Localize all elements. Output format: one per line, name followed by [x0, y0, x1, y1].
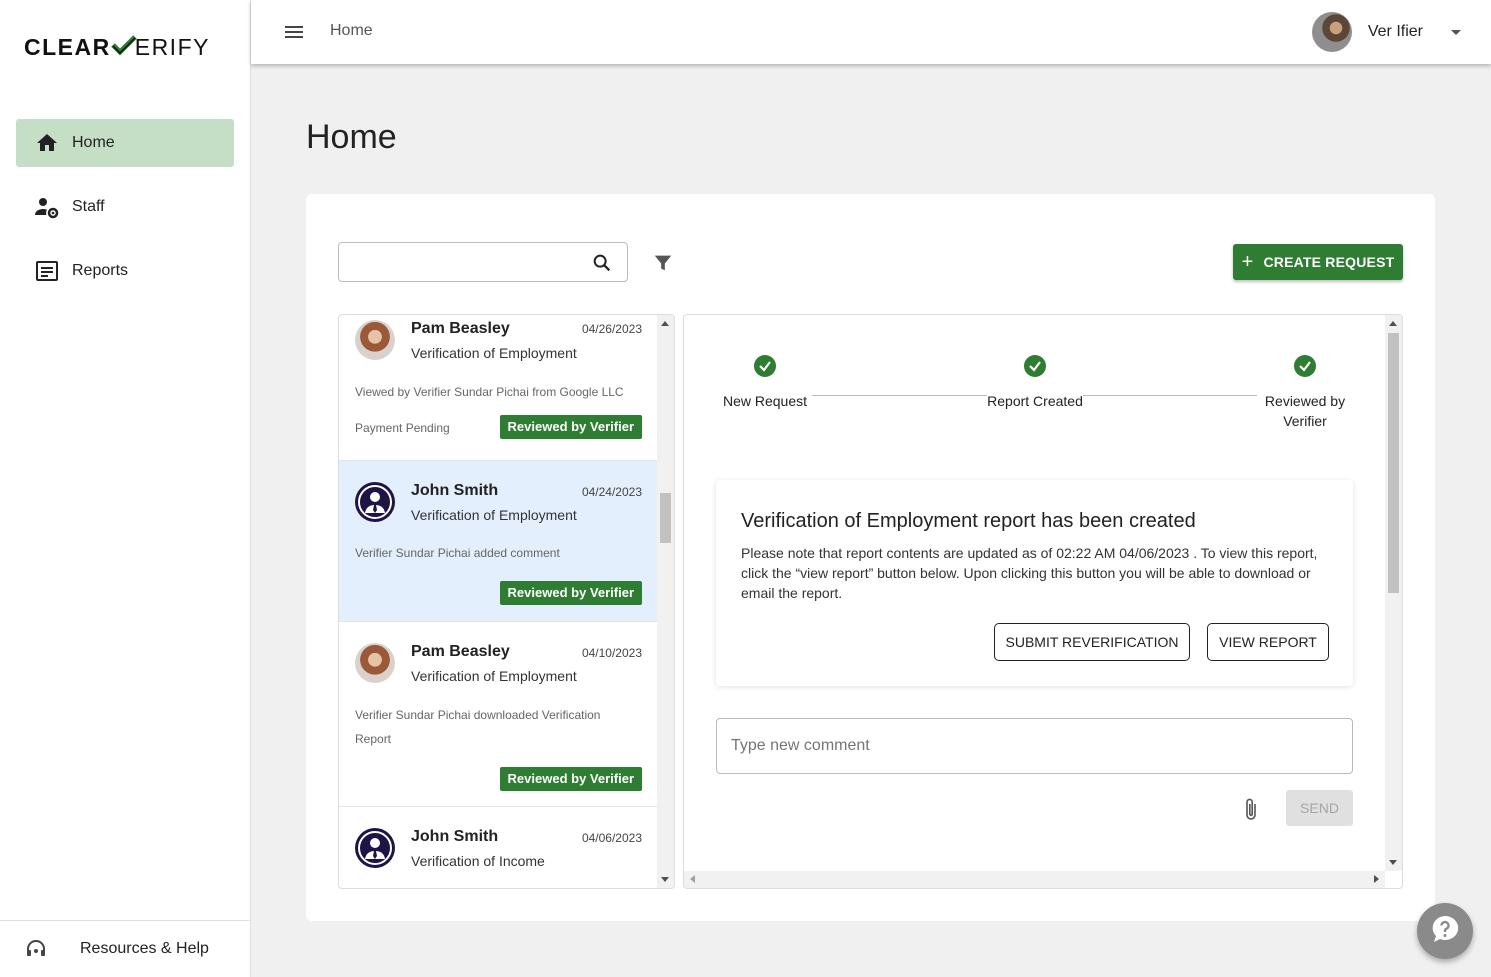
send-button[interactable]: SEND	[1286, 790, 1353, 826]
step-report-created: Report Created	[975, 355, 1095, 411]
check-circle-icon	[754, 355, 776, 377]
submit-reverification-button[interactable]: SUBMIT REVERIFICATION	[994, 623, 1190, 661]
create-request-button[interactable]: + CREATE REQUEST	[1233, 244, 1403, 280]
sidebar-item-staff[interactable]: Staff	[16, 183, 234, 231]
search-box	[338, 242, 628, 282]
scroll-up-arrow-icon[interactable]	[661, 321, 669, 326]
search-input[interactable]	[339, 243, 579, 281]
status-badge: Reviewed by Verifier	[499, 767, 642, 791]
breadcrumb: Home	[330, 22, 373, 39]
clearverify-logo[interactable]: CLEAR ERIFY	[24, 32, 210, 63]
request-list-items: Pam Beasley 04/26/2023 Verification of E…	[339, 315, 658, 888]
status-badge: Reviewed by Verifier	[499, 415, 642, 439]
resources-help-link[interactable]: Resources & Help	[0, 920, 251, 977]
user-menu[interactable]: Ver Ifier	[1311, 12, 1461, 52]
user-name: Ver Ifier	[1367, 23, 1423, 40]
request-type: Verification of Employment	[411, 345, 577, 361]
detail-horizontal-scrollbar[interactable]	[684, 871, 1385, 888]
detail-vertical-scrollbar[interactable]	[1385, 315, 1402, 871]
sidebar-item-label: Reports	[72, 262, 129, 279]
list-scrollbar[interactable]	[657, 315, 674, 888]
list-item[interactable]: Pam Beasley 04/10/2023 Verification of E…	[339, 622, 658, 807]
scrollbar-thumb[interactable]	[660, 493, 671, 543]
help-question-button[interactable]	[1417, 903, 1473, 959]
requests-card: + CREATE REQUEST Pam Beasley 04/26/2023 …	[306, 194, 1435, 921]
report-created-notice: Verification of Employment report has be…	[716, 480, 1353, 686]
step-reviewed-by-verifier: Reviewed by Verifier	[1245, 355, 1365, 431]
notice-text: Please note that report contents are upd…	[741, 545, 1318, 601]
sidebar-item-reports[interactable]: Reports	[16, 247, 234, 295]
headset-icon	[24, 937, 48, 961]
comment-box	[716, 718, 1353, 774]
comment-input[interactable]	[717, 719, 1352, 773]
top-app-bar: Home Ver Ifier	[251, 0, 1491, 64]
requester-name: John Smith	[411, 828, 499, 845]
requester-name: Pam Beasley	[411, 320, 510, 337]
search-icon[interactable]	[591, 252, 613, 274]
scroll-down-arrow-icon[interactable]	[661, 877, 669, 882]
attachment-icon[interactable]	[1241, 797, 1261, 823]
reports-icon	[34, 258, 60, 284]
check-circle-icon	[1294, 355, 1316, 377]
list-item[interactable]: John Smith 04/06/2023 Verification of In…	[339, 807, 658, 888]
request-detail-panel: New Request Report Created Reviewed by V…	[683, 314, 1403, 889]
help-label: Resources & Help	[80, 940, 209, 957]
person-icon	[355, 482, 395, 522]
requester-name: John Smith	[411, 482, 499, 499]
request-type: Verification of Employment	[411, 668, 577, 684]
step-new-request: New Request	[705, 355, 825, 411]
avatar	[355, 643, 395, 683]
request-list: Pam Beasley 04/26/2023 Verification of E…	[338, 314, 675, 889]
step-label: Reviewed by Verifier	[1264, 393, 1346, 429]
check-circle-icon	[1024, 355, 1046, 377]
payment-status: Payment Pending	[355, 421, 450, 435]
sidebar-item-label: Staff	[72, 198, 105, 215]
scrollbar-thumb[interactable]	[1388, 333, 1399, 593]
request-type: Verification of Employment	[411, 507, 577, 523]
home-icon	[34, 130, 60, 156]
scroll-up-arrow-icon[interactable]	[1389, 321, 1397, 326]
activity-note: Viewed by Verifier Sundar Pichai from Go…	[355, 385, 624, 399]
step-label: Report Created	[987, 393, 1083, 409]
sidebar-item-label: Home	[72, 134, 115, 151]
step-label: New Request	[722, 393, 808, 409]
step-connector	[812, 395, 987, 396]
list-item[interactable]: John Smith 04/24/2023 Verification of Em…	[339, 461, 658, 622]
notice-title: Verification of Employment report has be…	[741, 510, 1196, 532]
request-date: 04/06/2023	[581, 831, 642, 845]
avatar	[1311, 12, 1352, 52]
step-connector	[1083, 395, 1257, 396]
view-report-button[interactable]: VIEW REPORT	[1207, 623, 1329, 661]
logo-text-verify: ERIFY	[134, 34, 210, 60]
plus-icon: +	[1241, 251, 1254, 273]
status-badge: Reviewed by Verifier	[499, 581, 642, 605]
sidebar: CLEAR ERIFY Home Staff Reports Resources…	[0, 0, 251, 977]
page-title: Home	[306, 118, 397, 156]
request-date: 04/10/2023	[581, 646, 642, 660]
scroll-down-arrow-icon[interactable]	[1389, 860, 1397, 865]
request-date: 04/26/2023	[581, 322, 642, 336]
request-type: Verification of Income	[411, 853, 545, 869]
logo-text-clear: CLEAR	[24, 34, 111, 60]
sidebar-item-home[interactable]: Home	[16, 119, 234, 167]
requester-name: Pam Beasley	[411, 643, 510, 660]
help-question-icon	[1430, 914, 1460, 949]
hamburger-menu-icon[interactable]	[283, 20, 305, 44]
logo-check-icon	[110, 32, 137, 63]
staff-settings-icon	[34, 194, 60, 220]
filter-icon[interactable]	[652, 252, 674, 274]
scroll-right-arrow-icon[interactable]	[1374, 875, 1379, 883]
scroll-left-arrow-icon[interactable]	[690, 875, 695, 883]
list-item[interactable]: Pam Beasley 04/26/2023 Verification of E…	[339, 315, 658, 461]
person-icon	[355, 828, 395, 868]
request-date: 04/24/2023	[581, 485, 642, 499]
activity-note: Verifier Sundar Pichai added comment	[355, 546, 560, 560]
activity-note: Verifier Sundar Pichai downloaded Verifi…	[355, 708, 601, 746]
create-request-label: CREATE REQUEST	[1263, 254, 1395, 270]
chevron-down-icon	[1451, 29, 1461, 35]
avatar	[355, 320, 395, 360]
